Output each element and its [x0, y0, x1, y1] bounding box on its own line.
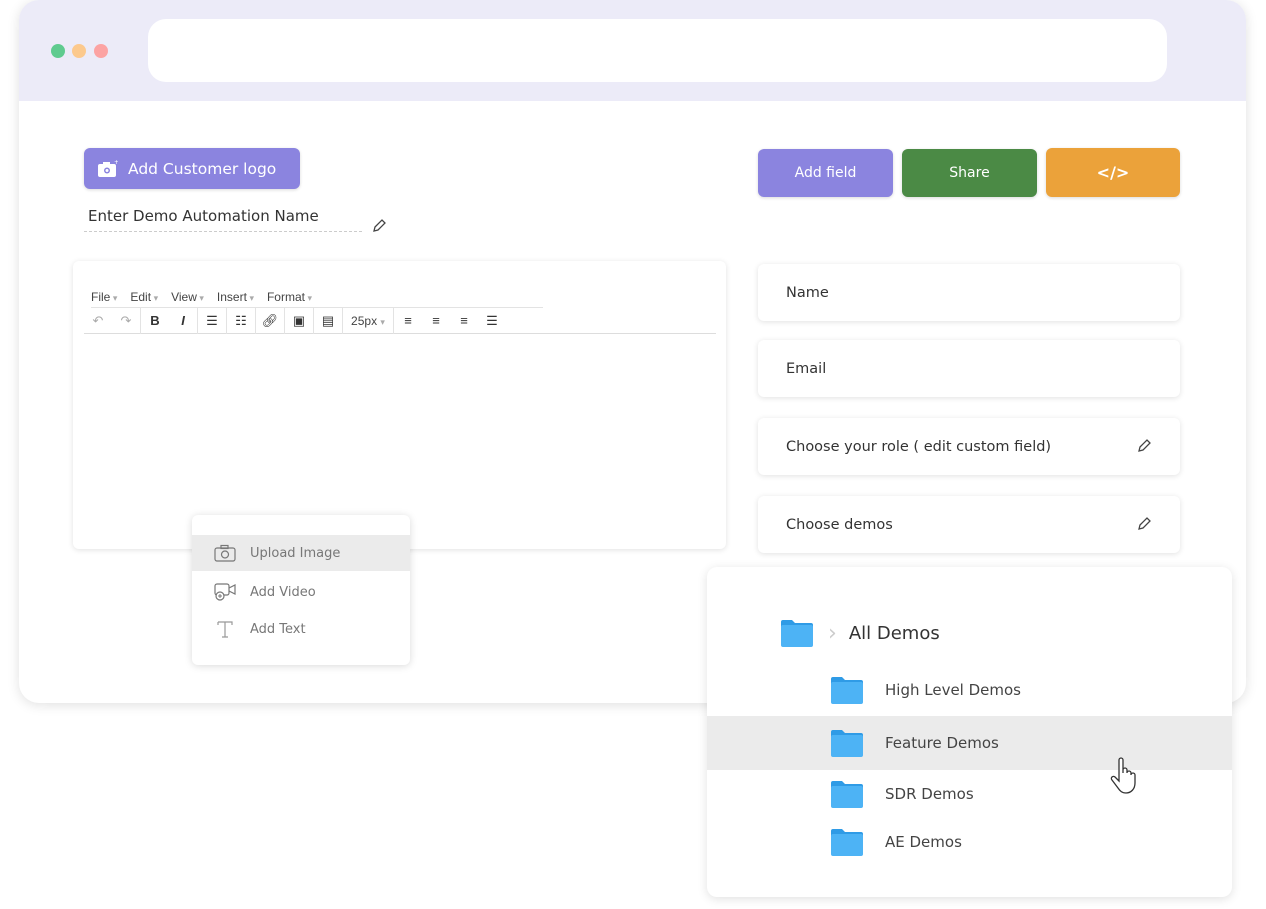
folder-label: Feature Demos — [885, 734, 999, 752]
upload-image-label: Upload Image — [250, 545, 341, 561]
folder-icon — [781, 620, 813, 647]
menu-insert[interactable]: Insert — [217, 290, 254, 304]
bold-icon[interactable]: B — [141, 313, 169, 328]
window-dot-green — [51, 44, 65, 58]
align-right-icon[interactable]: ≡ — [450, 313, 478, 328]
window-dot-orange — [72, 44, 86, 58]
add-field-button[interactable]: Add field — [758, 149, 893, 197]
address-bar[interactable] — [148, 19, 1167, 82]
field-label: Email — [786, 360, 827, 377]
folder-icon — [831, 676, 863, 704]
camera-icon — [214, 544, 236, 562]
italic-icon[interactable]: I — [169, 313, 197, 328]
demo-name-input[interactable]: Enter Demo Automation Name — [84, 207, 362, 232]
folder-label: SDR Demos — [885, 785, 974, 803]
folder-breadcrumb[interactable]: › All Demos — [780, 619, 940, 648]
folder-browser: › All Demos High Level Demos Feature Dem… — [707, 567, 1232, 897]
folder-icon — [831, 828, 863, 856]
insert-popup-menu: Upload Image Add Video Add Text — [192, 515, 410, 665]
folder-item[interactable]: High Level Demos — [707, 663, 1232, 717]
menu-format[interactable]: Format — [267, 290, 312, 304]
folder-item[interactable]: AE Demos — [707, 815, 1232, 869]
font-size-select[interactable]: 25px ▾ — [343, 314, 393, 328]
editor-toolbar: ↶ ↷ B I ☰ ☷ 🔗︎ ▣ ▤ 25px ▾ ≡ ≡ ≡ ☰ — [84, 307, 716, 334]
browser-header — [19, 0, 1246, 101]
text-icon — [217, 621, 233, 638]
image-icon[interactable]: ▣ — [285, 313, 313, 329]
link-icon[interactable]: 🔗︎ — [256, 313, 284, 329]
numbered-list-icon[interactable]: ☷ — [227, 313, 255, 329]
add-text-item[interactable]: Add Text — [192, 611, 410, 647]
undo-icon[interactable]: ↶ — [84, 313, 112, 329]
folder-icon — [831, 780, 863, 808]
pencil-icon[interactable] — [1137, 516, 1152, 531]
field-label: Choose your role ( edit custom field) — [786, 438, 1052, 455]
field-demos[interactable]: Choose demos — [758, 496, 1180, 553]
field-email[interactable]: Email — [758, 340, 1180, 397]
upload-image-item[interactable]: Upload Image — [192, 535, 410, 571]
menu-file[interactable]: File — [91, 290, 117, 304]
align-center-icon[interactable]: ≡ — [422, 313, 450, 328]
folder-item[interactable]: SDR Demos — [707, 767, 1232, 821]
folder-icon — [831, 729, 863, 757]
window-dot-red — [94, 44, 108, 58]
add-text-label: Add Text — [250, 621, 306, 637]
media-icon[interactable]: ▤ — [314, 313, 342, 329]
folder-item[interactable]: Feature Demos — [707, 716, 1232, 770]
editor-menubar: File Edit View Insert Format — [91, 286, 543, 308]
video-icon — [214, 583, 236, 601]
add-customer-logo-label: Add Customer logo — [128, 159, 277, 178]
rich-text-editor: File Edit View Insert Format ↶ ↷ B I ☰ ☷ 🔗︎ … — [73, 261, 726, 549]
field-label: Choose demos — [786, 516, 893, 533]
add-customer-logo-button[interactable]: + Add Customer logo — [84, 148, 300, 189]
svg-text:+: + — [114, 160, 118, 166]
add-video-label: Add Video — [250, 584, 316, 600]
folder-label: High Level Demos — [885, 681, 1021, 699]
field-name[interactable]: Name — [758, 264, 1180, 321]
align-left-icon[interactable]: ≡ — [394, 313, 422, 328]
menu-view[interactable]: View — [171, 290, 204, 304]
redo-icon[interactable]: ↷ — [112, 313, 140, 329]
add-video-item[interactable]: Add Video — [192, 574, 410, 610]
folder-label: AE Demos — [885, 833, 962, 851]
justify-icon[interactable]: ☰ — [478, 313, 506, 329]
embed-code-button[interactable]: </> — [1046, 148, 1180, 197]
chevron-right-icon: › — [828, 621, 837, 646]
bullet-list-icon[interactable]: ☰ — [198, 313, 226, 329]
root-folder-label: All Demos — [848, 623, 940, 644]
font-size-value: 25px — [351, 313, 378, 328]
menu-edit[interactable]: Edit — [130, 290, 158, 304]
hand-cursor-icon — [1110, 757, 1136, 794]
pencil-icon[interactable] — [372, 218, 387, 233]
share-button[interactable]: Share — [902, 149, 1037, 197]
camera-icon: + — [98, 160, 118, 177]
field-role[interactable]: Choose your role ( edit custom field) — [758, 418, 1180, 475]
pencil-icon[interactable] — [1137, 438, 1152, 453]
field-label: Name — [786, 284, 829, 301]
